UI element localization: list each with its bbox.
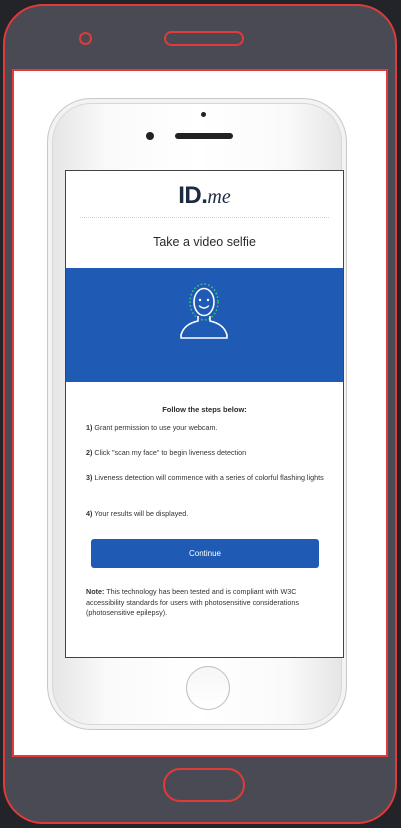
steps-heading: Follow the steps below: — [162, 405, 247, 414]
inner-sensor-icon — [201, 112, 206, 117]
step-text: Liveness detection will commence with a … — [94, 473, 324, 482]
step-number: 2) — [86, 448, 93, 457]
step-text: Click "scan my face" to begin liveness d… — [94, 448, 247, 457]
face-scan-icon — [180, 283, 228, 339]
step-number: 3) — [86, 473, 93, 482]
logo-me-text: me — [207, 186, 231, 208]
step-number: 1) — [86, 423, 93, 432]
outer-camera-icon — [79, 32, 92, 45]
continue-button[interactable]: Continue — [91, 539, 319, 568]
page-title: Take a video selfie — [153, 235, 256, 249]
inner-home-button[interactable] — [186, 666, 230, 710]
note-text: This technology has been tested and is c… — [86, 587, 299, 617]
logo-id-text: ID — [178, 182, 202, 209]
step-item: 3) Liveness detection will commence with… — [86, 473, 326, 483]
step-item: 1) Grant permission to use your webcam. — [86, 423, 326, 433]
idme-logo: ID.me — [66, 181, 343, 214]
app-screen: ID.me Take a video selfie Follow the ste… — [65, 170, 344, 658]
step-text: Your results will be displayed. — [94, 509, 189, 518]
hero-banner — [66, 268, 343, 382]
outer-home-button[interactable] — [163, 768, 245, 802]
step-item: 4) Your results will be displayed. — [86, 509, 326, 519]
header-divider — [80, 217, 329, 218]
inner-camera-icon — [146, 132, 154, 140]
inner-speaker-icon — [175, 133, 233, 139]
step-text: Grant permission to use your webcam. — [94, 423, 218, 432]
step-number: 4) — [86, 509, 93, 518]
step-item: 2) Click "scan my face" to begin livenes… — [86, 448, 326, 458]
note-label: Note: — [86, 587, 105, 596]
outer-speaker-icon — [164, 31, 244, 46]
accessibility-note: Note: This technology has been tested an… — [86, 587, 326, 619]
